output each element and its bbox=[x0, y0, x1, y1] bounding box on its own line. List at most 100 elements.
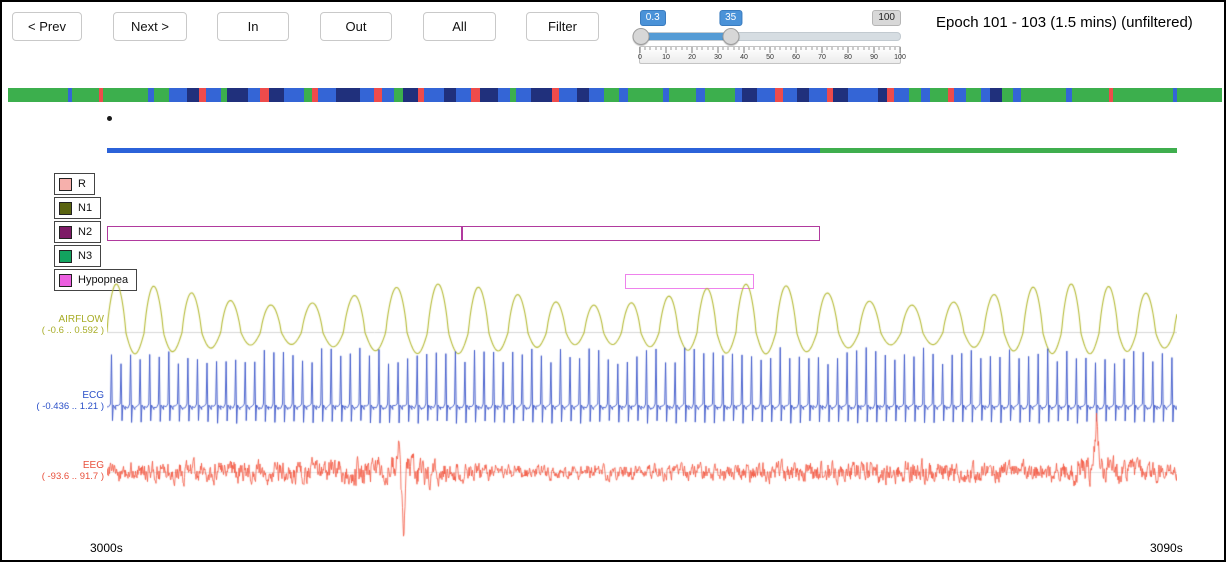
slider-tick bbox=[655, 47, 656, 50]
slider-tick bbox=[681, 47, 682, 50]
slider-tick bbox=[868, 47, 869, 50]
airflow-channel-name: AIRFLOW bbox=[18, 314, 104, 325]
slider-tick bbox=[754, 47, 755, 50]
hypnogram-segment bbox=[456, 88, 471, 102]
frequency-range-slider[interactable]: 0.3 35 100 0102030405060708090100 bbox=[630, 10, 910, 64]
slider-tick bbox=[770, 47, 771, 53]
slider-tick bbox=[718, 47, 719, 53]
legend-label: N2 bbox=[78, 226, 92, 238]
slider-tick bbox=[759, 47, 760, 50]
hypnogram-segment bbox=[559, 88, 577, 102]
slider-tick bbox=[692, 47, 693, 53]
slider-tick bbox=[749, 47, 750, 50]
hypnogram-segment bbox=[382, 88, 394, 102]
slider-tick-label: 50 bbox=[766, 54, 774, 61]
slider-tick bbox=[650, 47, 651, 50]
slider-tick bbox=[822, 47, 823, 53]
hypnogram-segment bbox=[531, 88, 552, 102]
hypnogram-segment bbox=[894, 88, 909, 102]
slider-tick bbox=[806, 47, 807, 50]
slider-high-value-badge: 35 bbox=[719, 10, 742, 26]
hypnogram-segment bbox=[966, 88, 981, 102]
hypnogram-overview-strip[interactable] bbox=[8, 88, 1222, 102]
hypnogram-segment bbox=[797, 88, 809, 102]
hypnogram-segment bbox=[498, 88, 510, 102]
slider-tick bbox=[801, 47, 802, 50]
slider-tick bbox=[837, 47, 838, 50]
slider-tick bbox=[702, 47, 703, 50]
eeg-channel-range: ( -93.6 .. 91.7 ) bbox=[18, 471, 104, 482]
hypnogram-segment bbox=[860, 88, 878, 102]
hypnogram-segment bbox=[1013, 88, 1020, 102]
hypnogram-segment bbox=[1113, 88, 1173, 102]
hypnogram-segment bbox=[783, 88, 798, 102]
slider-tick-label: 100 bbox=[894, 54, 906, 61]
zoom-in-button[interactable]: In bbox=[217, 12, 289, 41]
slider-tick bbox=[827, 47, 828, 50]
zoom-out-button[interactable]: Out bbox=[320, 12, 392, 41]
filter-button[interactable]: Filter bbox=[526, 12, 599, 41]
ecg-channel-label: ECG ( -0.436 .. 1.21 ) bbox=[18, 390, 104, 412]
ecg-channel-range: ( -0.436 .. 1.21 ) bbox=[18, 401, 104, 412]
slider-tick-label: 80 bbox=[844, 54, 852, 61]
slider-tick bbox=[832, 47, 833, 50]
hypnogram-segment bbox=[669, 88, 696, 102]
hypnogram-segment bbox=[199, 88, 206, 102]
slider-tick bbox=[858, 47, 859, 50]
legend-swatch bbox=[59, 250, 72, 263]
slider-tick bbox=[645, 47, 646, 50]
position-marker-dot bbox=[107, 116, 112, 121]
legend-swatch bbox=[59, 178, 72, 191]
slider-tick bbox=[853, 47, 854, 50]
hypnogram-segment bbox=[480, 88, 498, 102]
legend-swatch bbox=[59, 202, 72, 215]
epoch-stage-bar bbox=[107, 148, 1177, 153]
slider-tick bbox=[780, 47, 781, 50]
stage-bar-segment bbox=[107, 148, 820, 153]
slider-tick bbox=[738, 47, 739, 50]
hypnogram-segment bbox=[444, 88, 456, 102]
hypnogram-segment bbox=[103, 88, 148, 102]
prev-button[interactable]: < Prev bbox=[12, 12, 82, 41]
slider-tick bbox=[811, 47, 812, 50]
hypnogram-segment bbox=[990, 88, 1002, 102]
slider-tick bbox=[889, 47, 890, 50]
hypnogram-segment bbox=[424, 88, 445, 102]
hypnogram-segment bbox=[775, 88, 782, 102]
eeg-channel-name: EEG bbox=[18, 460, 104, 471]
hypnogram-segment bbox=[336, 88, 360, 102]
hypnogram-segment bbox=[878, 88, 887, 102]
hypnogram-segment bbox=[833, 88, 848, 102]
slider-track[interactable] bbox=[639, 32, 901, 41]
hypnogram-segment bbox=[705, 88, 735, 102]
slider-tick bbox=[671, 47, 672, 50]
hypnogram-segment bbox=[8, 88, 68, 102]
hypnogram-segment bbox=[403, 88, 418, 102]
slider-tick bbox=[660, 47, 661, 50]
slider-low-handle[interactable] bbox=[632, 28, 649, 45]
all-button[interactable]: All bbox=[423, 12, 496, 41]
hypnogram-segment bbox=[374, 88, 381, 102]
epoch-title: Epoch 101 - 103 (1.5 mins) (unfiltered) bbox=[936, 14, 1193, 31]
slider-tick bbox=[879, 47, 880, 50]
legend-item-n3: N3 bbox=[54, 245, 101, 267]
next-button[interactable]: Next > bbox=[113, 12, 187, 41]
slider-tick-label: 0 bbox=[638, 54, 642, 61]
hypnogram-segment bbox=[735, 88, 742, 102]
hypnogram-segment bbox=[248, 88, 260, 102]
slider-tick bbox=[816, 47, 817, 50]
slider-tick bbox=[874, 47, 875, 53]
hypnogram-segment bbox=[260, 88, 269, 102]
slider-high-handle[interactable] bbox=[723, 28, 740, 45]
hypnogram-segment bbox=[1021, 88, 1066, 102]
stage-bar-segment bbox=[820, 148, 1177, 153]
hypnogram-segment bbox=[269, 88, 284, 102]
legend-label: N1 bbox=[78, 202, 92, 214]
slider-tick bbox=[785, 47, 786, 50]
slider-low-value-badge: 0.3 bbox=[640, 10, 666, 26]
slider-tick-label: 40 bbox=[740, 54, 748, 61]
slider-tick bbox=[863, 47, 864, 50]
hypnogram-segment bbox=[589, 88, 604, 102]
slider-tick bbox=[744, 47, 745, 53]
airflow-channel-label: AIRFLOW ( -0.6 .. 0.592 ) bbox=[18, 314, 104, 336]
